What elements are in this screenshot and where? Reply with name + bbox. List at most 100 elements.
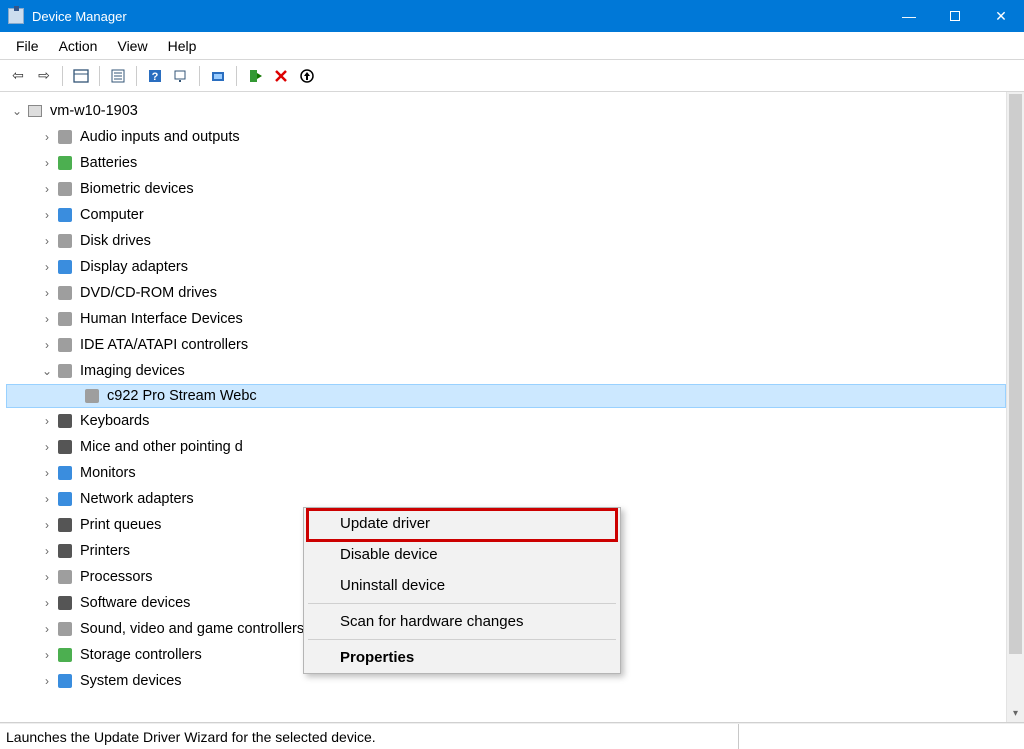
computer-category-icon [56,206,74,224]
tree-item-label: Keyboards [80,413,149,429]
update-driver-icon[interactable] [206,64,230,88]
expand-arrow-icon[interactable] [40,518,54,532]
tree-item-label: Audio inputs and outputs [80,129,240,145]
ctx-disable-device[interactable]: Disable device [304,539,620,570]
close-button[interactable]: ✕ [978,0,1024,32]
tree-item-label: Storage controllers [80,647,202,663]
software-icon [56,594,74,612]
tree-item-label: Sound, video and game controllers [80,621,304,637]
titlebar: Device Manager — ✕ [0,0,1024,32]
hid-icon [56,310,74,328]
status-text: Launches the Update Driver Wizard for th… [6,729,738,745]
expand-arrow-icon[interactable] [40,648,54,662]
imaging-icon [56,362,74,380]
battery-icon [56,154,74,172]
tree-item-label: Biometric devices [80,181,194,197]
tree-item[interactable]: Biometric devices [6,176,1006,202]
client-area: vm-w10-1903 Audio inputs and outputs Bat… [0,92,1024,723]
tree-item-label: Batteries [80,155,137,171]
tree-item-label: IDE ATA/ATAPI controllers [80,337,248,353]
tree-item[interactable]: Audio inputs and outputs [6,124,1006,150]
tree-root-label: vm-w10-1903 [50,103,138,119]
help-icon[interactable]: ? [143,64,167,88]
expand-arrow-icon[interactable] [40,622,54,636]
tree-item-imaging[interactable]: Imaging devices [6,358,1006,384]
device-manager-icon [8,8,24,24]
dvd-icon [56,284,74,302]
tree-item[interactable]: Computer [6,202,1006,228]
expand-arrow-icon[interactable] [40,674,54,688]
expand-arrow-icon[interactable] [10,104,24,118]
expand-arrow-icon[interactable] [40,364,54,378]
scroll-down-icon[interactable]: ▾ [1007,704,1024,722]
monitor-icon [56,464,74,482]
menu-view[interactable]: View [107,35,157,57]
expand-arrow-icon[interactable] [40,234,54,248]
vertical-scrollbar[interactable]: ▾ [1006,92,1024,722]
ctx-uninstall-device[interactable]: Uninstall device [304,570,620,601]
show-hidden-button[interactable] [69,64,93,88]
properties-button[interactable] [106,64,130,88]
expand-arrow-icon[interactable] [40,596,54,610]
tree-item[interactable]: DVD/CD-ROM drives [6,280,1006,306]
scrollbar-thumb[interactable] [1009,94,1022,654]
expand-arrow-icon[interactable] [40,492,54,506]
tree-item-label: Display adapters [80,259,188,275]
menu-action[interactable]: Action [49,35,108,57]
printer-icon [56,542,74,560]
scan-button[interactable] [169,64,193,88]
menu-file[interactable]: File [6,35,49,57]
menubar: File Action View Help [0,32,1024,60]
tree-item-label: Human Interface Devices [80,311,243,327]
ctx-properties[interactable]: Properties [304,642,620,673]
tree-item[interactable]: Display adapters [6,254,1006,280]
keyboard-icon [56,412,74,430]
expand-arrow-icon[interactable] [40,466,54,480]
disk-icon [56,232,74,250]
expand-arrow-icon[interactable] [40,312,54,326]
tree-item[interactable]: Keyboards [6,408,1006,434]
tree-item[interactable]: Disk drives [6,228,1006,254]
system-icon [56,672,74,690]
print-queue-icon [56,516,74,534]
tree-item[interactable]: Batteries [6,150,1006,176]
display-icon [56,258,74,276]
tree-item-label: Disk drives [80,233,151,249]
expand-arrow-icon[interactable] [40,260,54,274]
expand-arrow-icon[interactable] [40,182,54,196]
minimize-button[interactable]: — [886,0,932,32]
status-cell-empty [738,724,1018,749]
back-button[interactable]: ⇦ [6,64,30,88]
tree-item-label: Monitors [80,465,136,481]
tree-item-webcam[interactable]: c922 Pro Stream Webc [6,384,1006,408]
ctx-update-driver[interactable]: Update driver [304,508,620,539]
tree-item-label: Software devices [80,595,190,611]
tree-item[interactable]: Monitors [6,460,1006,486]
uninstall-icon[interactable] [269,64,293,88]
disable-icon[interactable] [295,64,319,88]
expand-arrow-icon[interactable] [40,286,54,300]
tree-item[interactable]: Mice and other pointing d [6,434,1006,460]
computer-icon [26,102,44,120]
tree-item[interactable]: Human Interface Devices [6,306,1006,332]
expand-arrow-icon[interactable] [40,338,54,352]
tree-item-label: Print queues [80,517,161,533]
forward-button[interactable]: ⇨ [32,64,56,88]
storage-icon [56,646,74,664]
expand-arrow-icon[interactable] [40,414,54,428]
menu-help[interactable]: Help [158,35,207,57]
ctx-scan-hardware[interactable]: Scan for hardware changes [304,606,620,637]
expand-arrow-icon[interactable] [40,544,54,558]
expand-arrow-icon[interactable] [40,156,54,170]
maximize-button[interactable] [932,0,978,32]
expand-arrow-icon[interactable] [40,208,54,222]
tree-item-label: Imaging devices [80,363,185,379]
expand-arrow-icon[interactable] [40,130,54,144]
tree-item[interactable]: IDE ATA/ATAPI controllers [6,332,1006,358]
expand-arrow-icon[interactable] [40,570,54,584]
processor-icon [56,568,74,586]
tree-item-label: System devices [80,673,182,689]
tree-root[interactable]: vm-w10-1903 [6,98,1006,124]
expand-arrow-icon[interactable] [40,440,54,454]
enable-device-icon[interactable] [243,64,267,88]
